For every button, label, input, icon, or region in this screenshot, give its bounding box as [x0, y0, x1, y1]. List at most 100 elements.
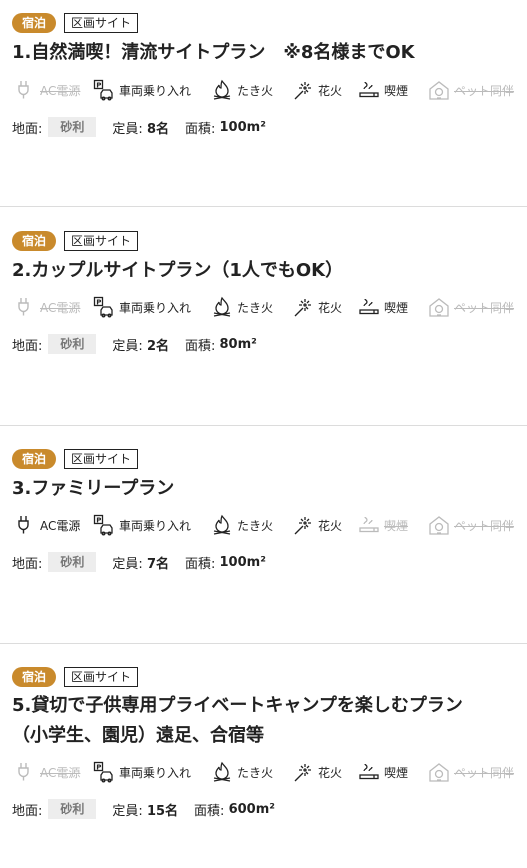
ground-label: 地面:: [12, 556, 43, 572]
smoking-icon: [358, 296, 380, 318]
facility-label: AC電源: [40, 518, 81, 533]
plan-title[interactable]: 5.貸切で子供専用プライベートキャンプを楽しむプラン: [12, 691, 463, 721]
plan-divider: [0, 425, 527, 426]
area-value: 80m²: [219, 336, 257, 352]
facility-label: 花火: [318, 83, 343, 98]
pet-house-icon: [428, 514, 450, 536]
facility-plug: AC電源: [14, 79, 80, 101]
area-label: 面積:: [194, 803, 225, 819]
smoking-icon: [358, 79, 380, 101]
smoking-icon: [358, 761, 380, 783]
plan-title[interactable]: 2.カップルサイトプラン（1人でもOK）: [12, 256, 343, 286]
ground-badge: 砂利: [48, 334, 97, 354]
stay-type-badge: 宿泊: [12, 231, 57, 251]
plan-title[interactable]: 1.自然満喫！清流サイトプラン ※8名様までOK: [12, 38, 415, 68]
facility-label: たき火: [237, 300, 274, 315]
pet-house-icon: [428, 761, 450, 783]
facility-campfire: たき火: [211, 761, 273, 783]
facility-smoking: 喫煙: [358, 761, 408, 783]
facility-campfire: たき火: [211, 514, 273, 536]
facility-plug: AC電源: [14, 514, 80, 536]
facility-label: たき火: [237, 518, 274, 533]
capacity-label: 定員:: [112, 803, 143, 819]
facility-label: AC電源: [40, 765, 81, 780]
facility-fireworks: 花火: [292, 761, 342, 783]
capacity-value: 7名: [146, 556, 169, 572]
campfire-icon: [211, 514, 233, 536]
facility-label: 車両乗り入れ: [119, 83, 192, 98]
facility-label: たき火: [237, 83, 274, 98]
facility-label: 車両乗り入れ: [119, 765, 192, 780]
facility-pet-house: ペット同伴: [428, 761, 514, 783]
site-type-badge: 区画サイト: [64, 449, 139, 469]
plan-title[interactable]: 3.ファミリープラン: [12, 474, 174, 504]
facility-car-parking: P 車両乗り入れ: [93, 514, 191, 536]
area-value: 100m²: [219, 119, 266, 135]
facility-label: ペット同伴: [454, 83, 515, 98]
facility-label: 喫煙: [384, 765, 409, 780]
facility-car-parking: P 車両乗り入れ: [93, 761, 191, 783]
plug-icon: [14, 296, 36, 318]
facility-fireworks: 花火: [292, 296, 342, 318]
ground-badge: 砂利: [48, 552, 97, 572]
svg-text:P: P: [96, 298, 101, 306]
facility-label: たき火: [237, 765, 274, 780]
pet-house-icon: [428, 296, 450, 318]
stay-type-badge: 宿泊: [12, 449, 57, 469]
campfire-icon: [211, 79, 233, 101]
plug-icon: [14, 761, 36, 783]
plan-title-line2[interactable]: （小学生、園児）遠足、合宿等: [12, 721, 264, 751]
capacity-value: 8名: [146, 121, 169, 137]
ground-label: 地面:: [12, 803, 43, 819]
svg-text:P: P: [96, 81, 101, 89]
facility-label: ペット同伴: [454, 300, 515, 315]
car-parking-icon: P: [93, 514, 115, 536]
facility-label: 喫煙: [384, 518, 409, 533]
facility-pet-house: ペット同伴: [428, 296, 514, 318]
area-label: 面積:: [184, 556, 216, 572]
plug-icon: [14, 79, 36, 101]
plug-icon: [14, 514, 36, 536]
facility-smoking: 喫煙: [358, 79, 408, 101]
plan-tags: 宿泊 区画サイト: [12, 13, 139, 33]
facility-car-parking: P 車両乗り入れ: [93, 296, 191, 318]
area-value: 100m²: [219, 554, 266, 570]
stay-type-badge: 宿泊: [12, 13, 57, 33]
facility-label: 喫煙: [384, 300, 409, 315]
car-parking-icon: P: [93, 296, 115, 318]
plan-stats: 地面: 砂利 定員: 15名 面積: 600m²: [12, 798, 275, 820]
ground-badge: 砂利: [48, 117, 97, 137]
plan-tags: 宿泊 区画サイト: [12, 449, 139, 469]
capacity-value: 15名: [146, 803, 179, 819]
site-type-badge: 区画サイト: [64, 667, 139, 687]
area-value: 600m²: [228, 801, 275, 817]
plan-divider: [0, 206, 527, 207]
car-parking-icon: P: [93, 761, 115, 783]
fireworks-icon: [292, 514, 314, 536]
fireworks-icon: [292, 79, 314, 101]
facility-plug: AC電源: [14, 296, 80, 318]
facility-label: ペット同伴: [454, 518, 515, 533]
plan-tags: 宿泊 区画サイト: [12, 231, 139, 251]
pet-house-icon: [428, 79, 450, 101]
facility-pet-house: ペット同伴: [428, 79, 514, 101]
ground-label: 地面:: [12, 121, 43, 137]
area-label: 面積:: [184, 121, 216, 137]
facility-label: 車両乗り入れ: [119, 300, 192, 315]
facility-label: 花火: [318, 300, 343, 315]
campfire-icon: [211, 761, 233, 783]
facility-label: 花火: [318, 765, 343, 780]
plan-divider: [0, 643, 527, 644]
fireworks-icon: [292, 761, 314, 783]
plan-stats: 地面: 砂利 定員: 8名 面積: 100m²: [12, 116, 266, 138]
facility-campfire: たき火: [211, 296, 273, 318]
campfire-icon: [211, 296, 233, 318]
facility-label: 車両乗り入れ: [119, 518, 192, 533]
facility-campfire: たき火: [211, 79, 273, 101]
plan-tags: 宿泊 区画サイト: [12, 667, 139, 687]
stay-type-badge: 宿泊: [12, 667, 57, 687]
capacity-label: 定員:: [112, 121, 143, 137]
facility-smoking: 喫煙: [358, 514, 408, 536]
facility-label: AC電源: [40, 300, 81, 315]
facility-label: 花火: [318, 518, 343, 533]
